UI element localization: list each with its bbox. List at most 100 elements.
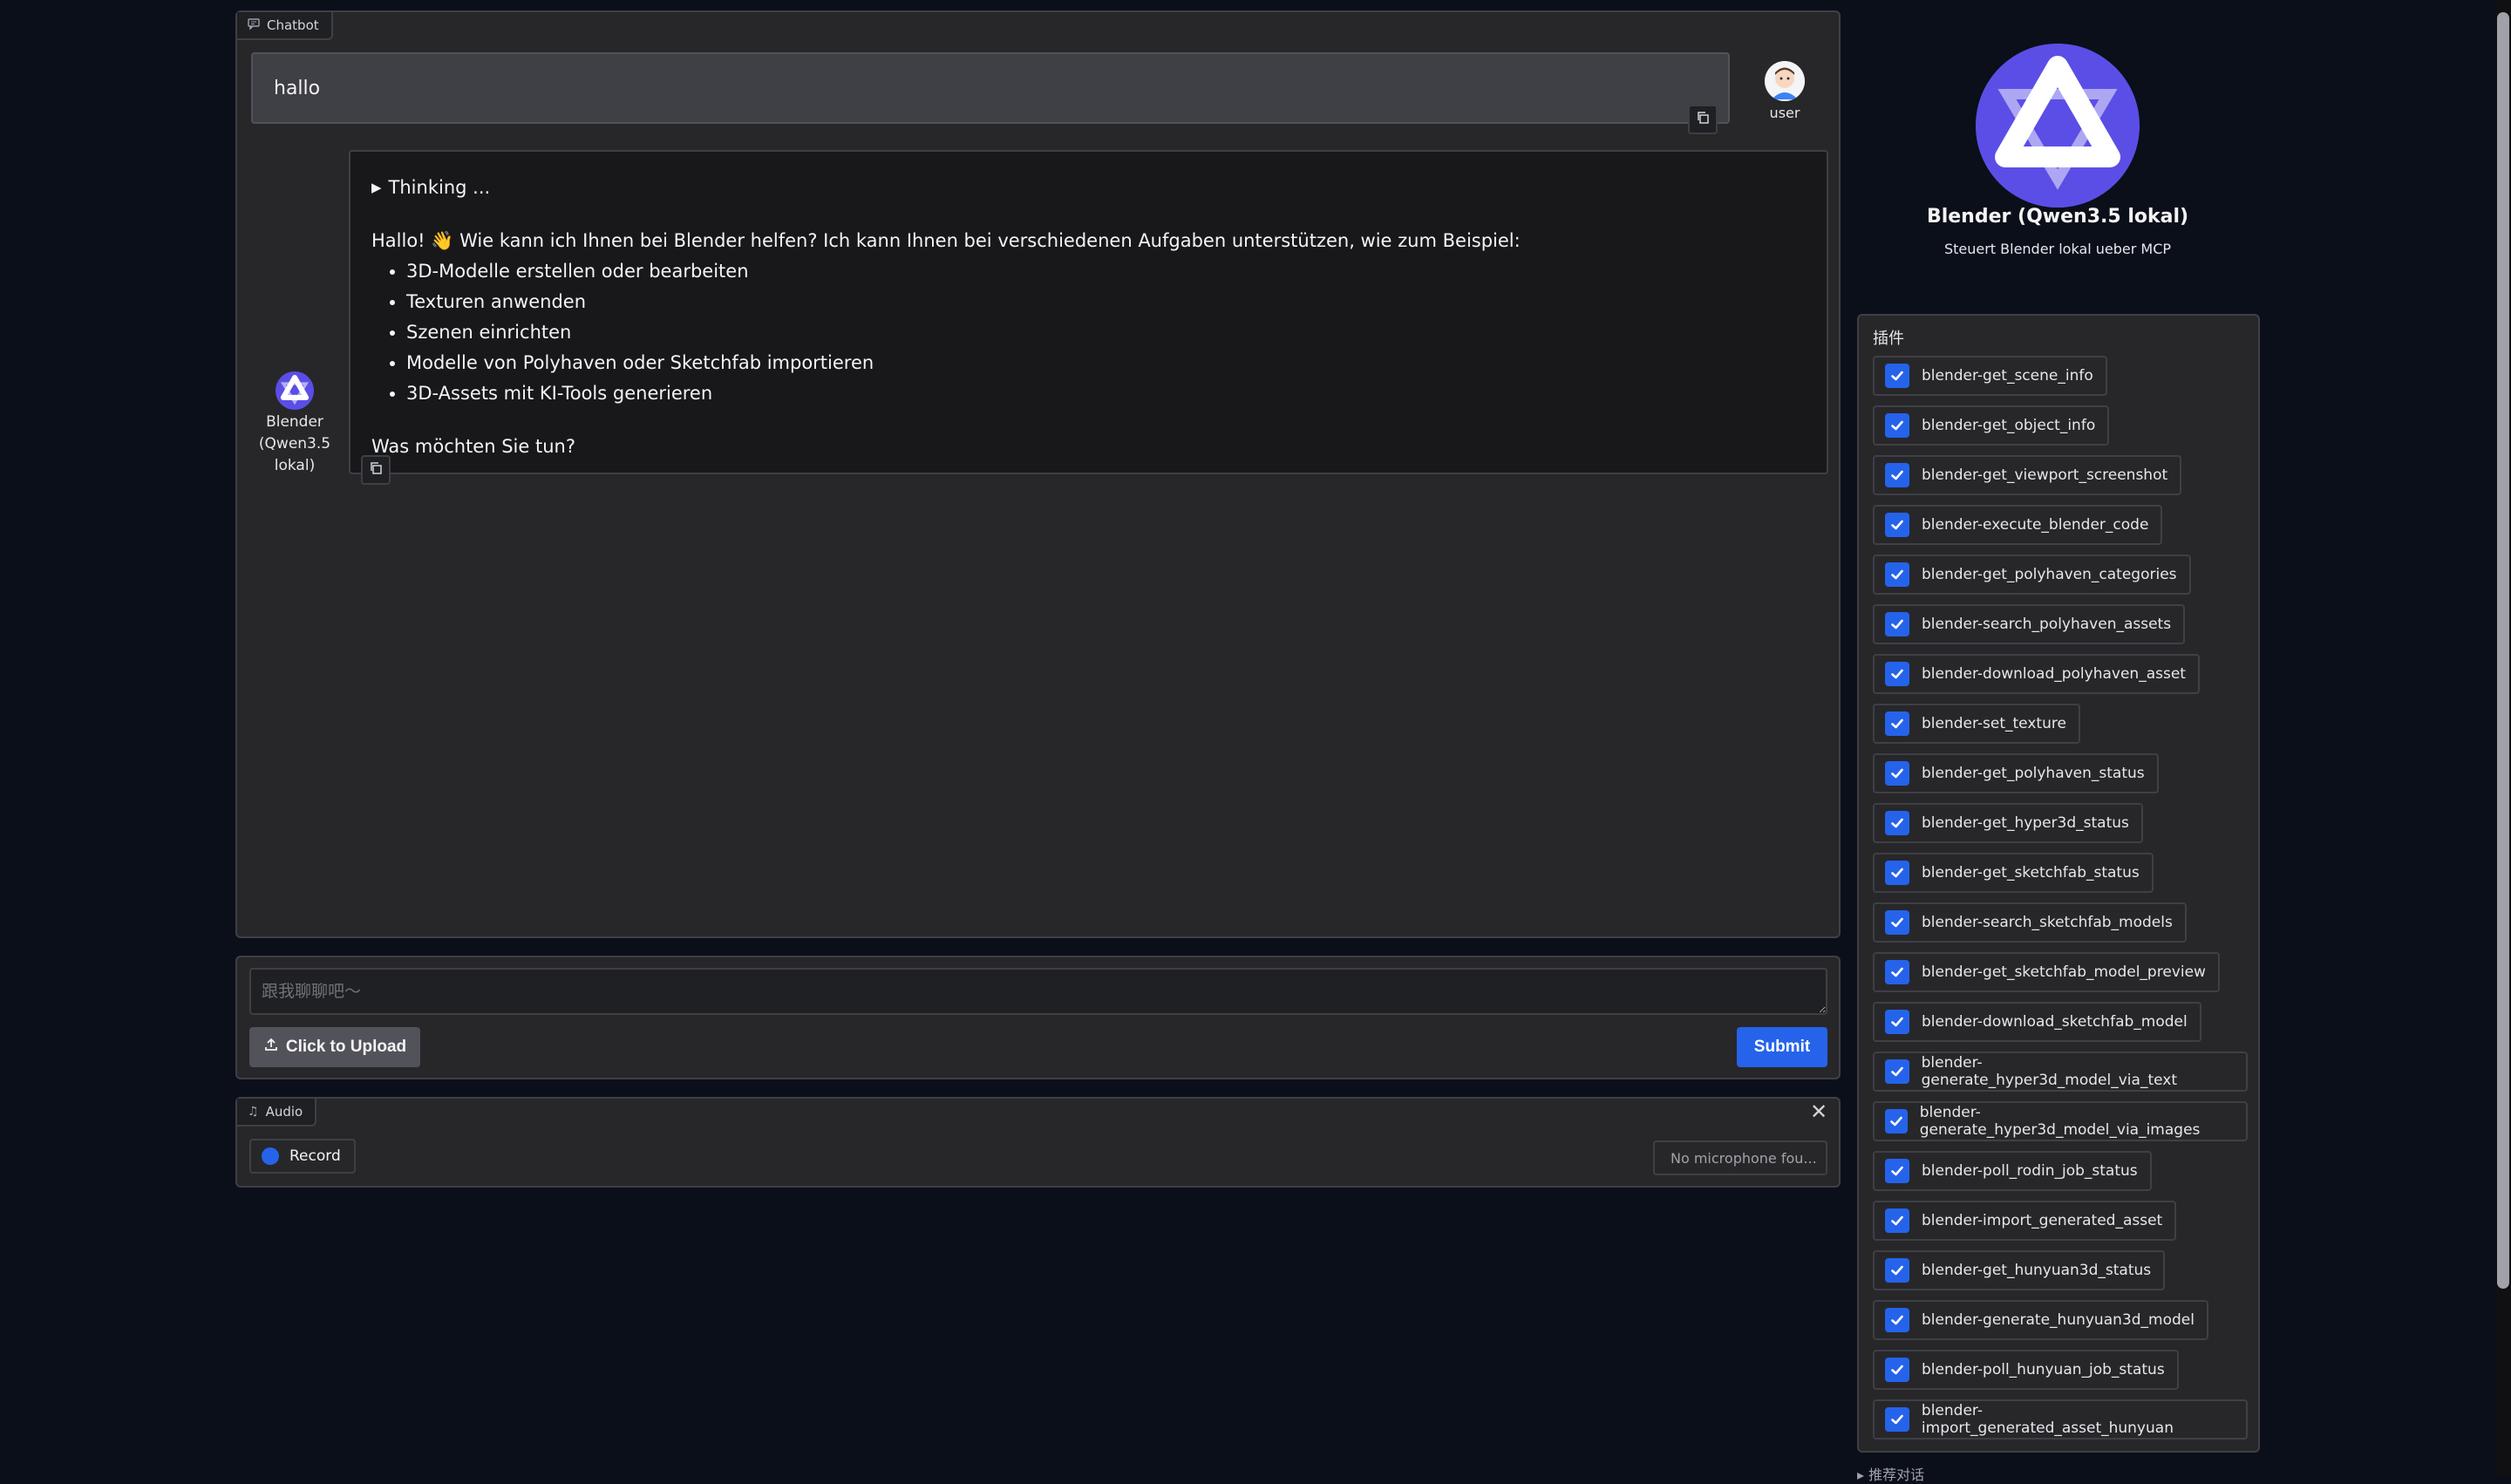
- plugin-checkbox-item[interactable]: blender-execute_blender_code: [1873, 505, 2163, 545]
- plugin-checkbox-item[interactable]: blender-get_sketchfab_status: [1873, 853, 2154, 893]
- scrollbar-thumb[interactable]: [2497, 12, 2509, 1289]
- plugin-checkbox-item[interactable]: blender-generate_hunyuan3d_model: [1873, 1300, 2208, 1340]
- plugin-name: blender-generate_hyper3d_model_via_image…: [1919, 1104, 2201, 1139]
- agent-logo: [1976, 44, 2140, 208]
- plugin-checkbox-item[interactable]: blender-poll_rodin_job_status: [1873, 1151, 2152, 1191]
- list-item: Szenen einrichten: [406, 317, 1806, 348]
- chatbot-label: Chatbot: [237, 12, 333, 40]
- plugin-name: blender-get_polyhaven_status: [1922, 765, 2145, 782]
- user-message-text: hallo: [274, 77, 321, 99]
- audio-label-text: Audio: [265, 1104, 303, 1120]
- submit-button[interactable]: Submit: [1737, 1027, 1827, 1067]
- checkbox[interactable]: [1885, 761, 1909, 786]
- user-message: hallo: [251, 52, 1730, 124]
- plugin-name: blender-get_sketchfab_model_preview: [1922, 963, 2206, 981]
- plugin-checkbox-item[interactable]: blender-import_generated_asset: [1873, 1201, 2177, 1241]
- user-avatar: [1765, 61, 1805, 101]
- plugin-name: blender-download_sketchfab_model: [1922, 1013, 2188, 1031]
- plugin-name: blender-import_generated_asset: [1922, 1212, 2163, 1229]
- bot-name: Blender (Qwen3.5 lokal): [258, 413, 331, 474]
- checkbox[interactable]: [1885, 612, 1909, 636]
- plugin-row: blender-generate_hunyuan3d_model: [1873, 1300, 2248, 1350]
- plugin-row: blender-download_polyhaven_asset: [1873, 654, 2248, 704]
- thinking-toggle[interactable]: ▶ Thinking ...: [371, 173, 1806, 203]
- checkbox[interactable]: [1885, 364, 1909, 388]
- checkbox[interactable]: [1885, 1059, 1909, 1084]
- checkbox[interactable]: [1885, 1258, 1909, 1283]
- plugin-checkbox-item[interactable]: blender-poll_hunyuan_job_status: [1873, 1350, 2179, 1390]
- plugin-checkbox-item[interactable]: blender-download_sketchfab_model: [1873, 1002, 2201, 1042]
- triangle-right-icon: ▶: [371, 180, 382, 195]
- plugin-row: blender-download_sketchfab_model: [1873, 1002, 2248, 1052]
- plugin-row: blender-import_generated_asset: [1873, 1201, 2248, 1250]
- plugin-name: blender-get_hunyuan3d_status: [1922, 1262, 2152, 1279]
- plugin-checkbox-item[interactable]: blender-get_polyhaven_status: [1873, 753, 2159, 793]
- plugin-checkbox-item[interactable]: blender-get_viewport_screenshot: [1873, 455, 2182, 495]
- upload-button[interactable]: Click to Upload: [249, 1027, 420, 1067]
- plugin-checkbox-item[interactable]: blender-generate_hyper3d_model_via_text: [1873, 1052, 2248, 1092]
- plugin-checkbox-item[interactable]: blender-import_generated_asset_hunyuan: [1873, 1399, 2248, 1440]
- close-icon[interactable]: ✕: [1807, 1099, 1830, 1124]
- plugin-row: blender-get_object_info: [1873, 405, 2248, 455]
- checkbox[interactable]: [1885, 662, 1909, 686]
- checkbox[interactable]: [1885, 960, 1909, 984]
- plugins-panel: 插件 blender-get_scene_info blender-get_obj…: [1857, 314, 2260, 1453]
- plugin-row: blender-poll_rodin_job_status: [1873, 1151, 2248, 1201]
- chat-input[interactable]: [249, 968, 1827, 1015]
- plugin-checkbox-item[interactable]: blender-set_texture: [1873, 704, 2080, 744]
- plugin-row: blender-get_sketchfab_status: [1873, 853, 2248, 902]
- checkbox[interactable]: [1885, 513, 1909, 537]
- list-item: Modelle von Polyhaven oder Sketchfab imp…: [406, 348, 1806, 378]
- plugin-name: blender-search_polyhaven_assets: [1922, 616, 2172, 633]
- checkbox[interactable]: [1885, 1159, 1909, 1183]
- list-item: Texturen anwenden: [406, 287, 1806, 317]
- plugin-checkbox-item[interactable]: blender-search_sketchfab_models: [1873, 902, 2187, 943]
- copy-user-message-button[interactable]: [1688, 105, 1718, 134]
- plugin-checkbox-item[interactable]: blender-get_hyper3d_status: [1873, 803, 2143, 843]
- user-name: user: [1769, 105, 1800, 121]
- plugin-row: blender-get_scene_info: [1873, 356, 2248, 405]
- record-button[interactable]: Record: [249, 1139, 356, 1174]
- checkbox[interactable]: [1885, 811, 1909, 835]
- record-button-label: Record: [289, 1147, 341, 1165]
- audio-panel: ♫ Audio ✕ Record No microphone fou...: [235, 1097, 1841, 1188]
- plugin-row: blender-get_hyper3d_status: [1873, 803, 2248, 853]
- plugins-label: 插件: [1873, 330, 1904, 348]
- audio-label: ♫ Audio: [237, 1099, 317, 1127]
- checkbox[interactable]: [1885, 562, 1909, 587]
- upload-button-label: Click to Upload: [285, 1038, 407, 1056]
- microphone-select[interactable]: No microphone fou...: [1653, 1140, 1827, 1175]
- checkbox[interactable]: [1885, 1109, 1908, 1133]
- checkbox[interactable]: [1885, 1407, 1909, 1432]
- plugin-row: blender-generate_hyper3d_model_via_text: [1873, 1052, 2248, 1101]
- plugin-name: blender-search_sketchfab_models: [1922, 914, 2173, 931]
- copy-bot-message-button[interactable]: [361, 455, 391, 485]
- plugin-checkbox-item[interactable]: blender-get_object_info: [1873, 405, 2110, 446]
- plugin-checkbox-item[interactable]: blender-download_polyhaven_asset: [1873, 654, 2200, 694]
- checkbox[interactable]: [1885, 711, 1909, 736]
- list-item: 3D-Assets mit KI-Tools generieren: [406, 378, 1806, 409]
- plugin-checkbox-item[interactable]: blender-search_polyhaven_assets: [1873, 604, 2186, 644]
- checkbox[interactable]: [1885, 1308, 1909, 1332]
- plugin-checkbox-item[interactable]: blender-get_scene_info: [1873, 356, 2107, 396]
- checkbox[interactable]: [1885, 1010, 1909, 1034]
- checkbox[interactable]: [1885, 413, 1909, 438]
- plugin-row: blender-search_sketchfab_models: [1873, 902, 2248, 952]
- plugin-checkbox-item[interactable]: blender-get_hunyuan3d_status: [1873, 1250, 2166, 1290]
- checkbox[interactable]: [1885, 861, 1909, 885]
- recommended-chats-toggle[interactable]: ▸ 推荐对话: [1857, 1463, 1924, 1484]
- plugin-checkbox-item[interactable]: blender-get_polyhaven_categories: [1873, 555, 2191, 595]
- chatbot-panel: Chatbot hallo user Blender (Qwen3.5 loka…: [235, 10, 1841, 938]
- bot-message: ▶ Thinking ... Hallo! 👋 Wie kann ich Ihn…: [349, 150, 1828, 474]
- plugin-name: blender-get_hyper3d_status: [1922, 814, 2129, 832]
- checkbox[interactable]: [1885, 1208, 1909, 1233]
- plugin-checkbox-item[interactable]: blender-get_sketchfab_model_preview: [1873, 952, 2220, 992]
- plugin-name: blender-get_sketchfab_status: [1922, 864, 2140, 882]
- checkbox[interactable]: [1885, 463, 1909, 487]
- plugin-checkbox-item[interactable]: blender-generate_hyper3d_model_via_image…: [1873, 1101, 2248, 1141]
- checkbox[interactable]: [1885, 910, 1909, 935]
- plugin-row: blender-search_polyhaven_assets: [1873, 604, 2248, 654]
- plugin-name: blender-generate_hyper3d_model_via_text: [1921, 1054, 2177, 1089]
- plugin-name: blender-poll_hunyuan_job_status: [1922, 1361, 2165, 1378]
- checkbox[interactable]: [1885, 1358, 1909, 1382]
